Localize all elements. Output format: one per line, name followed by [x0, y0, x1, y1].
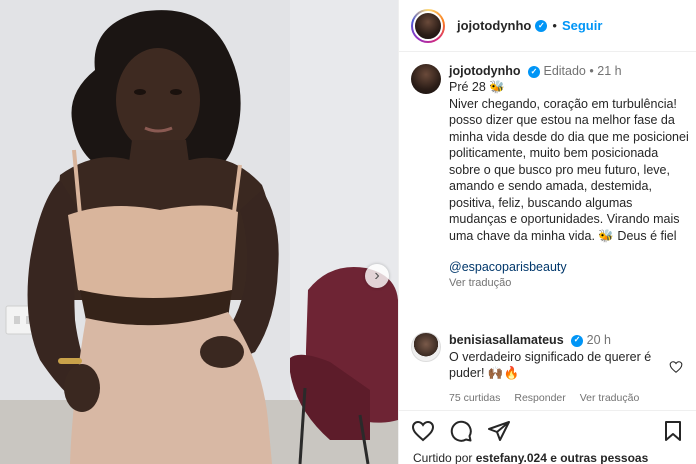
caption-see-translation[interactable]: Ver tradução	[449, 277, 689, 289]
comment-reply-button[interactable]: Responder	[514, 390, 565, 407]
caption-paragraph-2: Niver chegando, coração em turbulência! …	[449, 96, 689, 243]
header-separator: •	[552, 18, 557, 33]
verified-badge-icon: ✓	[535, 19, 548, 32]
edited-label: Editado	[543, 64, 586, 78]
comment-actions: 75 curtidas Responder Ver tradução	[449, 390, 659, 407]
liked-by-prefix: Curtido por	[413, 451, 473, 464]
verified-badge-icon: ✓	[571, 334, 584, 347]
liked-by-user[interactable]: estefany.024	[476, 451, 547, 464]
chevron-right-icon: ›	[374, 267, 380, 284]
comment-icon[interactable]	[449, 419, 473, 443]
comment-likes[interactable]: 75 curtidas	[449, 390, 500, 407]
caption-meta: jojotodynho ✓ Editado • 21 h	[449, 64, 689, 78]
caption-text: Pré 28 🐝 Niver chegando, coração em turb…	[449, 79, 689, 244]
carousel-next-button[interactable]: ›	[365, 264, 389, 288]
photo-illustration	[0, 0, 398, 464]
verified-badge-icon: ✓	[528, 65, 540, 78]
caption: jojotodynho ✓ Editado • 21 h Pré 28 🐝 Ni…	[411, 64, 691, 289]
meta-separator: •	[589, 64, 594, 78]
bookmark-icon[interactable]	[661, 419, 685, 443]
comment-like-heart-icon[interactable]	[669, 360, 683, 374]
liked-by-suffix[interactable]: e outras pessoas	[550, 451, 648, 464]
mention-link[interactable]: @espacoparisbeauty	[449, 260, 689, 274]
paper-plane-icon[interactable]	[487, 419, 511, 443]
action-bar	[399, 410, 696, 450]
heart-icon[interactable]	[411, 419, 435, 443]
comment-username[interactable]: benisiasallamateus	[449, 333, 564, 347]
follow-button[interactable]: Seguir	[562, 18, 602, 33]
comment-see-translation[interactable]: Ver tradução	[580, 390, 640, 407]
comment-time: 20 h	[586, 333, 611, 347]
caption-username[interactable]: jojotodynho	[449, 64, 521, 78]
comment: benisiasallamateus ✓ 20 h O verdadeiro s…	[411, 332, 691, 406]
author-avatar[interactable]	[411, 8, 445, 43]
comment-text: O verdadeiro significado de querer é pud…	[449, 349, 652, 381]
caption-paragraph-1: Pré 28 🐝	[449, 80, 505, 94]
post-photo[interactable]: ›	[0, 0, 398, 464]
liked-by-line: Curtido por estefany.024 e outras pessoa…	[413, 451, 648, 464]
author-username[interactable]: jojotodynho	[457, 18, 531, 33]
comment-avatar[interactable]	[411, 332, 441, 362]
caption-time[interactable]: 21 h	[597, 64, 621, 78]
post-panel: jojotodynho ✓ • Seguir jojotodynho ✓ Edi…	[398, 0, 696, 464]
caption-avatar[interactable]	[411, 64, 441, 94]
post-header: jojotodynho ✓ • Seguir	[399, 0, 696, 52]
